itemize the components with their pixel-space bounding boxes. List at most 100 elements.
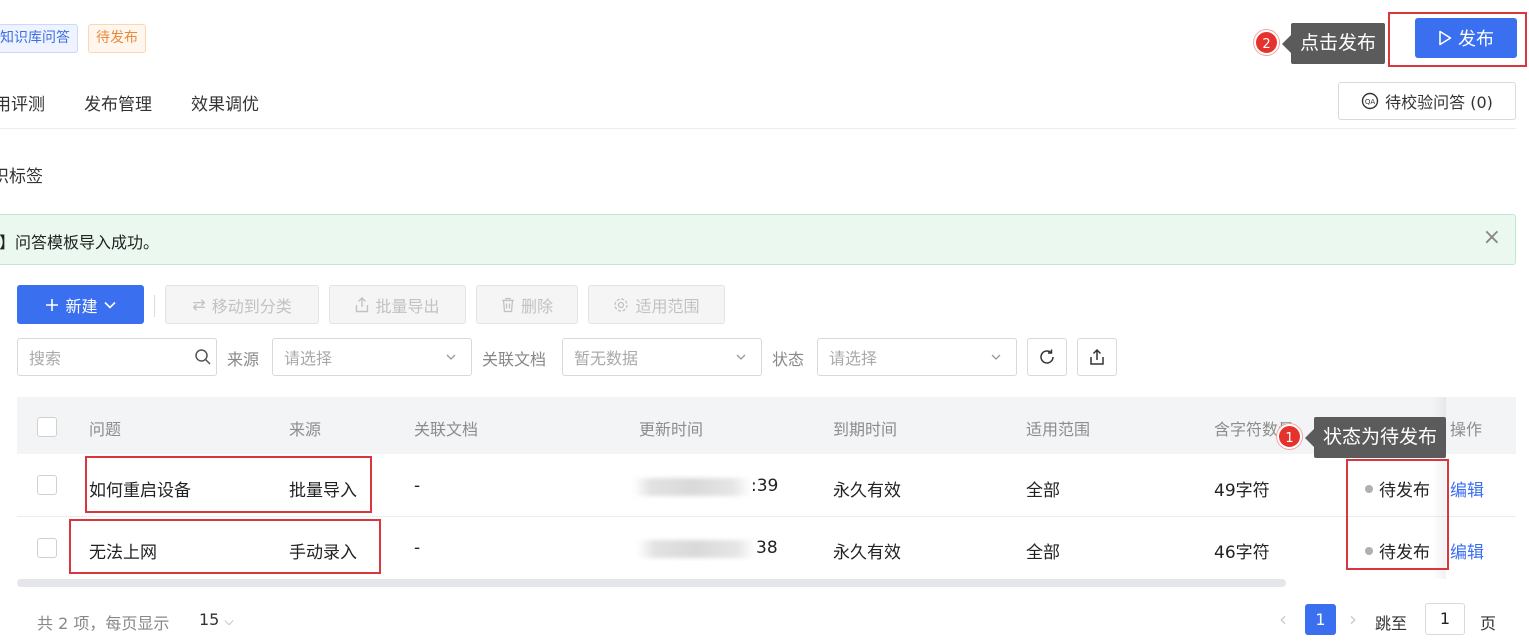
column-header-question: 问题 [89,420,122,439]
publish-button-label: 发布 [1458,29,1494,50]
doc-value: 暂无数据 [574,349,639,368]
pending-qa-button[interactable]: QA 待校验问答 (0) [1338,82,1516,120]
source-cell: 批量导入 [289,481,357,501]
status-tag-pending: 待发布 [88,24,146,53]
chevron-down-icon [446,354,456,360]
scope-button[interactable]: 适用范围 [588,285,725,324]
success-alert: 】问答模板导入成功。 × [0,214,1516,265]
next-page-icon[interactable]: › [1349,607,1357,631]
tab-tuning[interactable]: 效果调优 [191,90,259,115]
alert-text: 】问答模板导入成功。 [0,233,160,252]
batch-export-button[interactable]: 批量导出 [329,285,466,324]
column-header-action: 操作 [1450,420,1483,439]
status-dot [1365,485,1373,493]
chevron-down-icon [991,354,1001,360]
status-placeholder: 请选择 [829,349,878,368]
source-placeholder: 请选择 [284,349,333,368]
page-size-select[interactable]: 15 ⌵ [199,610,234,629]
status-text: 待发布 [1379,481,1430,501]
section-label: 识标签 [0,167,43,187]
export-button[interactable] [1077,338,1117,376]
doc-cell: - [414,476,421,496]
refresh-icon [1040,349,1054,364]
batch-export-label: 批量导出 [375,296,440,316]
play-icon [1439,30,1452,46]
horizontal-scrollbar[interactable] [17,579,1286,587]
source-select[interactable]: 请选择 [272,338,472,376]
scope-label: 适用范围 [635,296,700,316]
row-checkbox[interactable] [37,538,57,558]
chevron-down-icon [736,354,746,360]
status-filter-label: 状态 [772,350,805,369]
edit-link[interactable]: 编辑 [1450,538,1484,563]
doc-filter-label: 关联文档 [482,350,547,369]
export-icon [356,296,369,312]
svg-text:QA: QA [1365,98,1376,106]
close-icon[interactable]: × [1483,225,1501,250]
step-badge-1: 1 [1277,424,1302,449]
column-header-expiry: 到期时间 [833,420,898,439]
refresh-button[interactable] [1027,338,1067,376]
new-button-label: 新建 [65,296,98,316]
scope-cell: 全部 [1026,481,1060,501]
swap-icon: ⇄ [192,295,206,314]
toolbar-separator [154,295,155,317]
scope-cell: 全部 [1026,543,1060,563]
tab-publish-management[interactable]: 发布管理 [84,90,152,115]
redacted-updated-time [633,478,751,496]
question-cell: 无法上网 [89,543,157,563]
prev-page-icon[interactable]: ‹ [1279,607,1287,631]
updated-time-cell: 38 [756,538,778,558]
redacted-updated-time [637,540,755,558]
column-header-updated: 更新时间 [639,420,704,439]
status-text: 待发布 [1379,543,1430,563]
qa-icon: QA [1361,92,1379,110]
select-all-checkbox[interactable] [37,417,57,437]
trash-icon [501,297,514,312]
new-button[interactable]: 新建 [17,285,144,324]
pagination-total: 共 2 项，每页显示 [37,614,170,633]
row-checkbox[interactable] [37,475,57,495]
column-header-scope: 适用范围 [1026,420,1091,439]
chevron-down-icon [103,301,116,309]
status-cell: 待发布 [1365,538,1430,563]
expiry-cell: 永久有效 [833,481,901,501]
page-suffix: 页 [1480,614,1497,633]
status-cell: 待发布 [1365,476,1430,501]
question-cell: 如何重启设备 [89,481,191,501]
tab-evaluation[interactable]: 用评测 [0,90,45,115]
row-divider [17,516,1516,517]
search-input[interactable]: 搜索 [17,338,217,376]
doc-select[interactable]: 暂无数据 [562,338,762,376]
current-page[interactable]: 1 [1305,604,1336,635]
header-divider [0,128,1516,129]
tab-bar: 用评测 发布管理 效果调优 [0,90,259,115]
goto-label: 跳至 [1375,614,1408,633]
source-filter-label: 来源 [227,350,260,369]
knowledge-base-qa-tag: 知识库问答 [0,24,78,53]
column-header-source: 来源 [289,420,322,439]
source-cell: 手动录入 [289,543,357,563]
gear-icon [614,297,629,312]
chevron-down-icon: ⌵ [224,614,234,628]
search-icon [195,349,211,365]
publish-button[interactable]: 发布 [1415,18,1517,58]
move-label: 移动到分类 [211,296,292,316]
pending-qa-label: 待校验问答 (0) [1385,93,1493,112]
edit-link[interactable]: 编辑 [1450,476,1484,501]
upload-icon [1090,348,1104,365]
publish-callout: 点击发布 [1281,23,1386,64]
delete-button[interactable]: 删除 [476,285,578,324]
status-select[interactable]: 请选择 [817,338,1017,376]
expiry-cell: 永久有效 [833,543,901,563]
plus-icon [46,298,59,311]
search-placeholder: 搜索 [29,349,62,368]
chars-cell: 46字符 [1214,543,1270,563]
updated-time-cell: :39 [751,476,779,496]
move-to-category-button[interactable]: ⇄ 移动到分类 [165,285,319,324]
doc-cell: - [414,538,421,558]
page-size-value: 15 [199,610,220,629]
column-header-doc: 关联文档 [414,420,479,439]
chars-cell: 49字符 [1214,481,1270,501]
goto-page-input[interactable]: 1 [1425,603,1465,635]
